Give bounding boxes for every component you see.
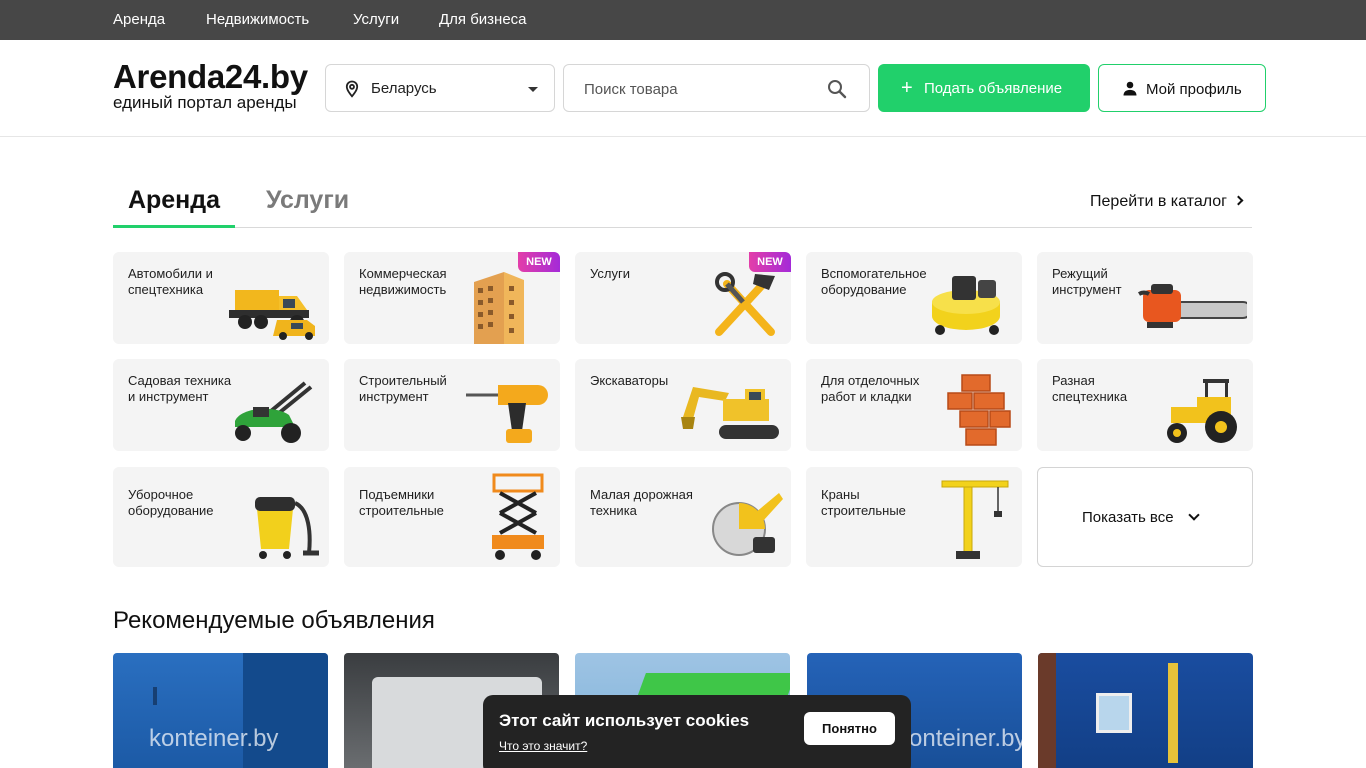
cookie-info-link[interactable]: Что это значит? [499, 739, 587, 753]
category-card-lifts[interactable]: Подъемники строительные [344, 467, 560, 567]
building-icon [474, 272, 524, 344]
user-icon [1123, 81, 1137, 96]
topnav-link-nedvizhimost[interactable]: Недвижимость [206, 11, 309, 28]
category-card-excavators[interactable]: Экскаваторы [575, 359, 791, 451]
category-card-commercial[interactable]: Коммерческая недвижимость NEW [344, 252, 560, 344]
cookie-title: Этот сайт использует cookies [499, 711, 750, 730]
post-ad-label: Подать объявление [924, 80, 1063, 97]
crane-icon [941, 480, 1009, 559]
topnav-link-business[interactable]: Для бизнеса [439, 11, 527, 28]
category-title: Садовая техника и инструмент [128, 373, 232, 404]
region-select[interactable]: Беларусь [325, 64, 555, 112]
hammer-wrench-icon [715, 272, 775, 336]
profile-label: Мой профиль [1146, 81, 1242, 98]
profile-button[interactable]: Мой профиль [1098, 64, 1266, 112]
chainsaw-icon [1138, 284, 1247, 328]
listing-watermark: konteiner.by [897, 725, 1022, 752]
tab-uslugi[interactable]: Услуги [266, 186, 349, 228]
topnav-link-arenda[interactable]: Аренда [113, 11, 165, 28]
dump-truck-icon [229, 290, 315, 340]
category-card-construction-tools[interactable]: Строительный инструмент [344, 359, 560, 451]
region-value: Беларусь [371, 80, 437, 97]
compressor-icon [932, 276, 1000, 335]
category-card-services[interactable]: Услуги NEW [575, 252, 791, 344]
listing-card-5[interactable] [1038, 653, 1253, 768]
scissor-lift-icon [492, 473, 544, 560]
category-card-cutting-tools[interactable]: Режущий инструмент [1037, 252, 1253, 344]
excavator-icon [681, 387, 779, 439]
tab-arenda[interactable]: Аренда [113, 186, 235, 228]
category-card-auto[interactable]: Автомобили и спецтехника [113, 252, 329, 344]
category-card-aux-equipment[interactable]: Вспомогательное оборудование [806, 252, 1022, 344]
lawnmower-icon [235, 381, 313, 443]
vacuum-icon [255, 497, 319, 559]
category-card-road-equipment[interactable]: Малая дорожная техника [575, 467, 791, 567]
road-saw-icon [712, 493, 783, 556]
show-all-label: Показать все [1082, 509, 1174, 526]
category-title: Вспомогательное оборудование [821, 266, 927, 297]
location-pin-icon [345, 80, 359, 98]
category-card-misc-special[interactable]: Разная спецтехника [1037, 359, 1253, 451]
site-header: Arenda24.by единый портал аренды Беларус… [0, 40, 1366, 137]
category-card-finishing[interactable]: Для отделочных работ и кладки [806, 359, 1022, 451]
category-title: Коммерческая недвижимость [359, 266, 447, 297]
listing-watermark: konteiner.by [149, 725, 279, 752]
category-card-garden[interactable]: Садовая техника и инструмент [113, 359, 329, 451]
catalog-link-label: Перейти в каталог [1090, 193, 1227, 210]
top-navigation-bar: Аренда Недвижимость Услуги Для бизнеса [0, 0, 1366, 40]
category-title: Уборочное оборудование [128, 487, 214, 518]
cookie-accept-button[interactable]: Понятно [804, 712, 895, 745]
chevron-down-icon [528, 87, 538, 92]
search-icon[interactable] [827, 79, 847, 99]
category-title: Для отделочных работ и кладки [821, 373, 920, 404]
site-tagline: единый портал аренды [113, 93, 297, 112]
site-logo[interactable]: Arenda24.by [113, 58, 308, 96]
post-ad-button[interactable]: + Подать объявление [878, 64, 1090, 112]
category-title: Подъемники строительные [359, 487, 444, 518]
show-all-button[interactable]: Показать все [1037, 467, 1253, 567]
chevron-down-icon [1188, 509, 1200, 521]
category-card-cleaning[interactable]: Уборочное оборудование [113, 467, 329, 567]
listing-card-1[interactable]: konteiner.by [113, 653, 328, 768]
new-badge: NEW [749, 252, 791, 272]
category-tabs: Аренда Услуги Перейти в каталог [113, 178, 1252, 228]
plus-icon: + [901, 77, 913, 99]
tractor-icon [1167, 379, 1237, 443]
category-card-cranes[interactable]: Краны строительные [806, 467, 1022, 567]
drill-icon [466, 385, 548, 443]
category-title: Малая дорожная техника [590, 487, 693, 518]
category-title: Разная спецтехника [1052, 373, 1128, 404]
recommended-heading: Рекомендуемые объявления [113, 607, 435, 634]
category-title: Строительный инструмент [359, 373, 447, 404]
bricks-icon [947, 374, 1011, 446]
chevron-right-icon [1233, 195, 1244, 206]
cookie-banner: Этот сайт использует cookies Что это зна… [483, 695, 911, 768]
category-title: Краны строительные [821, 487, 906, 518]
search-input[interactable] [584, 77, 814, 101]
topnav-link-uslugi[interactable]: Услуги [353, 11, 399, 28]
catalog-link[interactable]: Перейти в каталог [1090, 193, 1244, 211]
new-badge: NEW [518, 252, 560, 272]
category-title: Услуги [590, 266, 630, 281]
search-box [563, 64, 870, 112]
